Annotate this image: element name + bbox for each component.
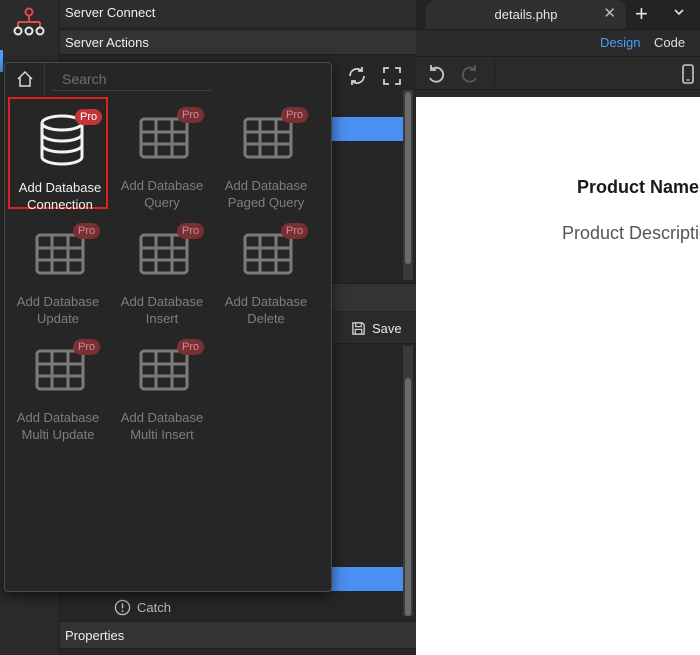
search-input[interactable] — [51, 67, 211, 91]
tile-label-line1: Add Database — [224, 294, 308, 309]
step-tile[interactable]: Pro Add Database Delete — [216, 213, 316, 327]
close-icon[interactable]: ✕ — [603, 6, 616, 21]
mobile-view-icon[interactable] — [676, 62, 700, 86]
tile-label-line2: Insert — [145, 311, 179, 326]
tab-label: details.php — [494, 7, 558, 22]
tile-label: Add Database Delete — [216, 293, 316, 327]
code-tab[interactable]: Code — [654, 35, 685, 50]
home-icon — [16, 70, 33, 87]
pro-badge: Pro — [177, 339, 205, 355]
tile-label-line1: Add Database — [18, 180, 102, 195]
pro-badge: Pro — [75, 109, 103, 125]
pro-badge: Pro — [177, 223, 205, 239]
tree-scroll-thumb[interactable] — [405, 92, 411, 264]
tile-label-line1: Add Database — [120, 294, 204, 309]
undo-icon[interactable] — [424, 62, 448, 86]
editor-toolbar — [416, 56, 700, 90]
tile-label-line2: Multi Insert — [130, 427, 194, 442]
home-button[interactable] — [5, 63, 45, 95]
catch-step[interactable]: Catch — [114, 597, 171, 617]
step-tile[interactable]: Pro Add Database Multi Update — [8, 329, 108, 443]
step-tile[interactable]: Pro Add Database Multi Insert — [112, 329, 212, 443]
design-canvas[interactable]: Product Name Product Description — [416, 97, 700, 655]
tile-label: Add Database Query — [112, 177, 212, 211]
tile-label-line2: Delete — [247, 311, 285, 326]
tile-label-line1: Add Database — [224, 178, 308, 193]
design-tab[interactable]: Design — [600, 35, 640, 50]
alert-circle-icon — [114, 599, 131, 615]
tile-label-line1: Add Database — [120, 178, 204, 193]
editor-tab-bar: details.php ✕ + — [416, 0, 700, 29]
tile-label: Add Database Paged Query — [216, 177, 316, 211]
server-connect-icon[interactable] — [12, 6, 46, 40]
tab-details-php[interactable]: details.php ✕ — [426, 0, 626, 29]
step-tile[interactable]: Pro Add Database Query — [112, 97, 212, 211]
pro-badge: Pro — [281, 223, 309, 239]
tile-label-line2: Paged Query — [227, 195, 305, 210]
tile-label-line1: Add Database — [16, 410, 100, 425]
tile-label-line2: Multi Update — [21, 427, 95, 442]
server-actions-header[interactable]: Server Actions — [60, 29, 416, 55]
tile-label: Add Database Insert — [112, 293, 212, 327]
tile-label: Add Database Multi Insert — [112, 409, 212, 443]
fullscreen-icon[interactable] — [380, 64, 404, 88]
product-description-text[interactable]: Product Description — [562, 223, 700, 244]
save-icon — [352, 321, 365, 335]
add-step-popup: Pro Add Database Connection Pro Add Database… — [4, 62, 332, 592]
chevron-down-icon[interactable] — [672, 5, 686, 19]
panel-title: Server Connect — [60, 0, 416, 27]
tile-label-line1: Add Database — [120, 410, 204, 425]
tile-label-line1: Add Database — [16, 294, 100, 309]
tile-label-line2: Connection — [27, 197, 93, 212]
toolbar-divider — [494, 59, 495, 87]
catch-label: Catch — [137, 599, 171, 615]
step-tile[interactable]: Pro Add Database Connection — [8, 97, 108, 212]
tile-label: Add Database Update — [8, 293, 108, 327]
pro-badge: Pro — [73, 339, 101, 355]
view-mode-bar: Design Code — [416, 29, 700, 56]
tile-label-line2: Query — [144, 195, 180, 210]
step-tile[interactable]: Pro Add Database Update — [8, 213, 108, 327]
refresh-icon[interactable] — [345, 64, 369, 88]
step-tile[interactable]: Pro Add Database Paged Query — [216, 97, 316, 211]
save-label: Save — [372, 320, 402, 336]
step-tile[interactable]: Pro Add Database Insert — [112, 213, 212, 327]
steps-scroll-thumb[interactable] — [405, 378, 411, 616]
pro-badge: Pro — [177, 107, 205, 123]
product-name-heading[interactable]: Product Name — [577, 177, 699, 198]
redo-icon[interactable] — [458, 62, 482, 86]
active-indicator — [0, 50, 3, 72]
save-button[interactable]: Save — [351, 317, 402, 339]
pro-badge: Pro — [73, 223, 101, 239]
tile-label-line2: Update — [37, 311, 79, 326]
tile-label: Add Database Connection — [10, 179, 110, 213]
pro-badge: Pro — [281, 107, 309, 123]
add-tab-icon[interactable]: + — [635, 2, 648, 26]
tile-label: Add Database Multi Update — [8, 409, 108, 443]
properties-header[interactable]: Properties — [60, 621, 416, 649]
